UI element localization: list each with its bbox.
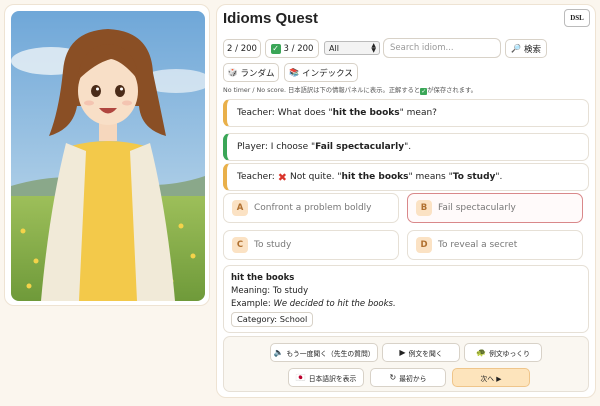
hint-before: No timer / No score. 日本語訳は下の情報パネルに表示。正解す… bbox=[223, 87, 421, 94]
option-text: Confront a problem boldly bbox=[254, 203, 372, 213]
random-button[interactable]: 🎲 ランダム bbox=[223, 63, 279, 82]
dice-icon: 🎲 bbox=[227, 68, 238, 77]
question-term: hit the books bbox=[332, 108, 400, 118]
option-a-button[interactable]: A Confront a problem boldly bbox=[223, 193, 399, 223]
option-letter: C bbox=[232, 237, 248, 253]
feedback-mid: " means " bbox=[408, 172, 453, 182]
restart-label: 最初から bbox=[399, 374, 427, 383]
progress-counter: 2 / 200 bbox=[223, 39, 261, 58]
check-icon: ✓ bbox=[270, 43, 281, 54]
show-japanese-button[interactable]: 🇯🇵 日本語訳を表示 bbox=[288, 368, 364, 387]
play-icon: ▶ bbox=[399, 348, 406, 357]
feedback-answer: To study bbox=[452, 172, 496, 182]
meaning-label: Meaning: bbox=[231, 286, 271, 296]
detail-example: Example: We decided to hit the books. bbox=[231, 298, 581, 311]
search-button[interactable]: 🔎 検索 bbox=[505, 39, 547, 58]
character-portrait bbox=[11, 11, 205, 301]
hint-after: が保存されます。 bbox=[427, 87, 477, 94]
answer-prefix: Player: I choose " bbox=[237, 142, 316, 152]
option-c-button[interactable]: C To study bbox=[223, 230, 399, 260]
hear-example-button[interactable]: ▶ 例文を聞く bbox=[382, 343, 460, 362]
feedback-suffix: ". bbox=[495, 172, 503, 182]
option-letter: D bbox=[416, 237, 432, 253]
meaning-value: To study bbox=[272, 286, 309, 296]
index-button[interactable]: 📚 インデックス bbox=[284, 63, 358, 82]
slow-example-label: 例文ゆっくり bbox=[489, 349, 530, 358]
example-label: Example: bbox=[231, 299, 271, 309]
option-letter: B bbox=[416, 200, 432, 216]
search-icon: 🔎 bbox=[511, 44, 521, 53]
speaker-icon: 🔈 bbox=[273, 348, 284, 357]
portrait-card bbox=[4, 4, 210, 306]
progress-text: 2 / 200 bbox=[227, 43, 257, 54]
restart-button[interactable]: ↻ 最初から bbox=[370, 368, 446, 387]
dsl-badge: DSL bbox=[564, 9, 590, 27]
answer-suffix: ". bbox=[404, 142, 412, 152]
idiom-detail-panel: hit the books Meaning: To study Example:… bbox=[223, 265, 589, 333]
show-japanese-label: 日本語訳を表示 bbox=[308, 374, 357, 383]
books-icon: 📚 bbox=[289, 68, 300, 77]
search-input[interactable] bbox=[383, 38, 501, 58]
known-text: 3 / 200 bbox=[283, 43, 314, 54]
known-counter: ✓ 3 / 200 bbox=[265, 39, 319, 58]
feedback-term: hit the books bbox=[341, 172, 409, 182]
question-prefix: Teacher: What does " bbox=[237, 108, 333, 118]
teacher-feedback-bubble: Teacher: ✖ Not quite. " hit the books " mean… bbox=[223, 163, 589, 191]
random-button-label: ランダム bbox=[240, 68, 275, 79]
search-button-label: 検索 bbox=[523, 44, 541, 55]
detail-meaning: Meaning: To study bbox=[231, 285, 581, 298]
feedback-prefix: Teacher: bbox=[237, 172, 275, 182]
select-arrows-icon: ▲ ▼ bbox=[371, 42, 376, 54]
option-letter: A bbox=[232, 200, 248, 216]
category-chip: Category: School bbox=[231, 312, 314, 327]
turtle-icon: 🐢 bbox=[476, 348, 487, 357]
filter-selected: All bbox=[329, 43, 339, 53]
question-suffix: " mean? bbox=[399, 108, 437, 118]
quiz-panel: Idioms Quest DSL 2 / 200 ✓ 3 / 200 All ▲… bbox=[216, 4, 596, 398]
feedback-text: Not quite. " bbox=[290, 172, 342, 182]
option-text: To study bbox=[254, 240, 292, 250]
option-text: Fail spectacularly bbox=[438, 203, 516, 213]
option-b-button[interactable]: B Fail spectacularly bbox=[407, 193, 583, 223]
restart-icon: ↻ bbox=[389, 373, 397, 382]
japan-flag-icon: 🇯🇵 bbox=[295, 373, 306, 382]
option-d-button[interactable]: D To reveal a secret bbox=[407, 230, 583, 260]
answer-choice: Fail spectacularly bbox=[315, 142, 405, 152]
next-button[interactable]: 次へ ▶ bbox=[452, 368, 530, 387]
audio-controls: 🔈 もう一度聞く（先生の質問） ▶ 例文を聞く 🐢 例文ゆっくり 🇯🇵 日本語訳… bbox=[223, 336, 589, 392]
slow-example-button[interactable]: 🐢 例文ゆっくり bbox=[464, 343, 542, 362]
teacher-question-bubble: Teacher: What does " hit the books " mean? bbox=[223, 99, 589, 127]
replay-question-button[interactable]: 🔈 もう一度聞く（先生の質問） bbox=[270, 343, 378, 362]
next-label: 次へ ▶ bbox=[480, 374, 502, 383]
detail-term: hit the books bbox=[231, 273, 295, 283]
cross-icon: ✖ bbox=[277, 170, 288, 184]
app-title: Idioms Quest bbox=[223, 10, 319, 27]
category-filter-select[interactable]: All ▲ ▼ bbox=[324, 41, 380, 55]
hear-example-label: 例文を聞く bbox=[408, 349, 443, 358]
index-button-label: インデックス bbox=[302, 68, 353, 79]
category-label: Category: bbox=[237, 314, 278, 324]
replay-label: もう一度聞く（先生の質問） bbox=[286, 349, 375, 358]
option-text: To reveal a secret bbox=[438, 240, 518, 250]
character-illustration bbox=[11, 11, 205, 301]
example-value: We decided to hit the books. bbox=[273, 299, 396, 309]
hint-text: No timer / No score. 日本語訳は下の情報パネルに表示。正解す… bbox=[223, 85, 477, 95]
player-answer-bubble: Player: I choose " Fail spectacularly ". bbox=[223, 133, 589, 161]
category-value: School bbox=[279, 314, 308, 324]
